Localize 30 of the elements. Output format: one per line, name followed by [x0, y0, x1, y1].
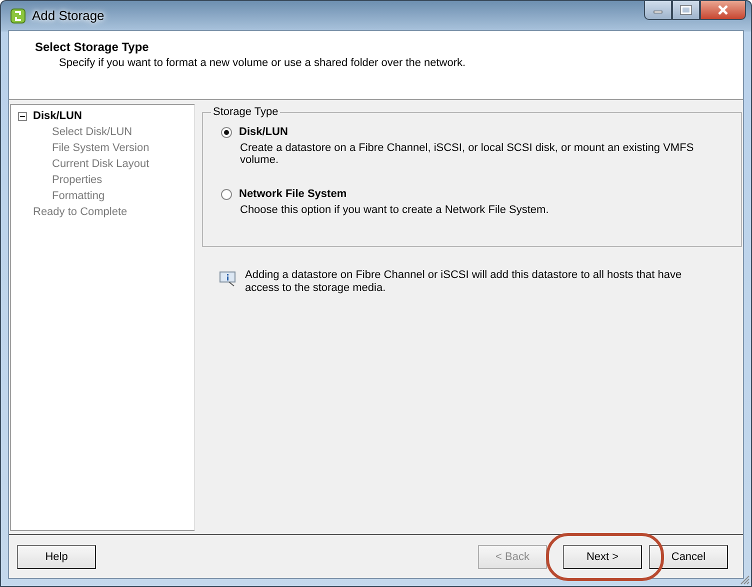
- window-title: Add Storage: [32, 8, 104, 23]
- minimize-button[interactable]: [644, 0, 672, 20]
- step-item: Current Disk Layout: [52, 158, 150, 170]
- close-icon: [717, 5, 729, 15]
- step-item: Disk/LUN: [33, 110, 82, 122]
- close-button[interactable]: [700, 0, 746, 20]
- maximize-button[interactable]: [672, 0, 700, 20]
- app-icon: [10, 8, 26, 24]
- dialog-button[interactable]: Help: [17, 544, 96, 568]
- dialog-button[interactable]: Next >: [563, 544, 642, 568]
- resize-grip[interactable]: [740, 575, 750, 585]
- dialog-button[interactable]: Cancel: [649, 544, 728, 568]
- radio-button[interactable]: [221, 188, 232, 200]
- option-description: Create a datastore on a Fibre Channel, iSCSI, or local SCSI disk, or mount an existing VMFS volume.: [240, 142, 695, 166]
- maximize-icon: [680, 5, 692, 15]
- info-message: Adding a datastore on Fibre Channel or iSCSI will add this datastore to all hosts that have access to the storage media.: [245, 269, 683, 295]
- step-item: File System Version: [52, 142, 150, 154]
- page-title: Select Storage Type: [35, 40, 150, 54]
- step-item: Select Disk/LUN: [52, 126, 132, 138]
- option-label[interactable]: Network File System: [239, 188, 347, 200]
- step-item: Properties: [52, 174, 102, 186]
- collapse-icon[interactable]: [18, 112, 27, 120]
- page-subtitle: Specify if you want to format a new volume or use a shared folder over the network.: [59, 57, 467, 69]
- group-label: Storage Type: [212, 106, 280, 118]
- radio-button[interactable]: [221, 126, 232, 138]
- step-item: Ready to Complete: [33, 206, 128, 218]
- option-label[interactable]: Disk/LUN: [239, 126, 288, 138]
- info-icon: [219, 271, 237, 287]
- step-item: Formatting: [52, 190, 105, 202]
- option-description: Choose this option if you want to create a Network File System.: [240, 204, 550, 216]
